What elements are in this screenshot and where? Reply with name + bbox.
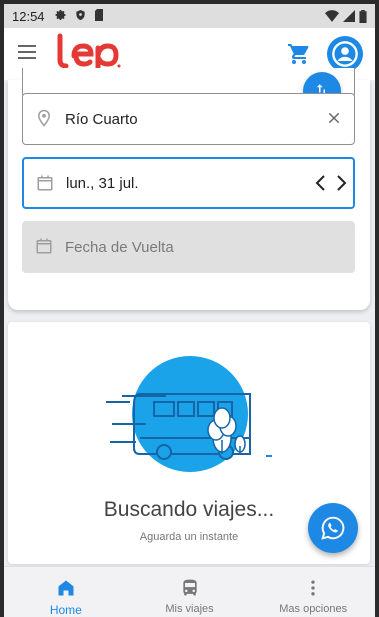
bottom-navigation: Home Mis viajes Mas opciones	[4, 566, 375, 617]
bus-illustration	[106, 356, 272, 472]
bus-icon	[182, 579, 197, 596]
cart-icon	[288, 44, 309, 64]
account-icon	[332, 41, 358, 67]
nav-home-label: Home	[49, 603, 82, 617]
nav-mis-viajes[interactable]: Mis viajes	[128, 567, 252, 617]
location-pin-icon	[37, 109, 51, 127]
nav-mas-opciones-label: Mas opciones	[279, 603, 348, 615]
home-icon	[58, 580, 74, 596]
nav-home[interactable]: Home	[4, 567, 128, 617]
menu-icon-bar	[18, 57, 36, 59]
app-screen: 12:54 Río Cuarto lun., 31 jul. Fecha de …	[4, 4, 375, 617]
departure-date-field[interactable]: lun., 31 jul.	[22, 157, 355, 209]
chevron-left-icon[interactable]	[314, 173, 328, 193]
battery-icon	[359, 9, 367, 23]
clear-icon[interactable]	[326, 110, 342, 126]
search-card: Río Cuarto lun., 31 jul. Fecha de Vuelta	[8, 68, 370, 310]
return-date-placeholder: Fecha de Vuelta	[65, 238, 174, 256]
signal-icon	[343, 10, 355, 22]
nav-mis-viajes-label: Mis viajes	[165, 603, 214, 615]
origin-field[interactable]: Río Cuarto	[22, 93, 355, 145]
return-date-field[interactable]: Fecha de Vuelta	[22, 221, 355, 273]
calendar-icon	[37, 175, 53, 191]
whatsapp-icon	[321, 516, 345, 540]
more-vert-icon	[311, 580, 315, 596]
status-time: 12:54	[12, 8, 45, 24]
menu-icon	[18, 45, 36, 47]
settings-icon	[55, 9, 67, 24]
nav-mas-opciones[interactable]: Mas opciones	[251, 567, 375, 617]
whatsapp-button[interactable]	[308, 503, 358, 553]
cart-button[interactable]	[287, 42, 311, 66]
calendar-icon	[36, 238, 52, 254]
menu-icon-bar	[18, 51, 36, 53]
status-right-icons	[325, 9, 367, 23]
shield-icon	[75, 9, 86, 24]
status-bar: 12:54	[4, 4, 375, 28]
wifi-icon	[325, 10, 339, 22]
chevron-right-icon[interactable]	[334, 173, 348, 193]
account-avatar-button[interactable]	[327, 36, 363, 72]
sd-card-icon	[94, 8, 104, 24]
origin-value: Río Cuarto	[65, 110, 138, 128]
menu-button[interactable]	[18, 44, 38, 60]
departure-date-value: lun., 31 jul.	[66, 174, 139, 192]
